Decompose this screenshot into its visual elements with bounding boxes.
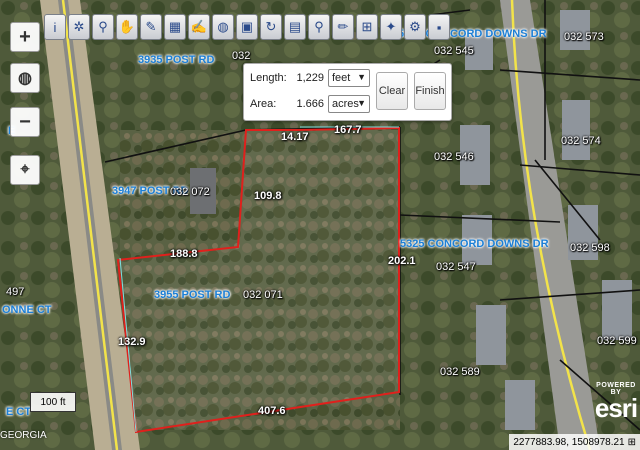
parcel-id-label: 032 071 — [243, 289, 283, 301]
road-label: E CT — [6, 406, 32, 418]
expand-icon[interactable]: ⊞ — [628, 437, 636, 448]
segment-length-label: 132.9 — [118, 336, 146, 348]
segment-length-label: 167.7 — [334, 124, 362, 136]
segment-length-label: 188.8 — [170, 248, 198, 260]
eraser-icon[interactable]: ✎ — [140, 14, 162, 40]
pencil-icon[interactable]: ✏ — [332, 14, 354, 40]
scale-bar: 100 ft — [30, 392, 76, 412]
parcel-id-label: 032 072 — [170, 186, 210, 198]
select-icon[interactable]: ✲ — [68, 14, 90, 40]
refresh-icon[interactable]: ↻ — [260, 14, 282, 40]
identify-icon[interactable]: ✦ — [380, 14, 402, 40]
measure-panel: Length: 1,229 feet ▼ Area: 1.666 acres ▼… — [243, 63, 452, 121]
map-toolbar: i ✲ ⚲ ✋ ✎ ▦ ✍ ◍ ▣ ↻ ▤ ⚲ ✏ ⊞ ✦ ⚙ ▪ — [44, 14, 450, 44]
zoom-search-icon[interactable]: ⚲ — [92, 14, 114, 40]
length-unit-value: feet — [332, 72, 351, 84]
parcel-id-label: 032 598 — [570, 242, 610, 254]
save-icon[interactable]: ▪ — [428, 14, 450, 40]
search-icon[interactable]: ⚲ — [308, 14, 330, 40]
globe-icon[interactable]: ◍ — [212, 14, 234, 40]
home-globe-button[interactable]: ◍ — [10, 63, 40, 93]
coordinate-value: 2277883.98, 1508978.21 — [513, 436, 625, 448]
area-unit-select[interactable]: acres ▼ — [328, 95, 370, 113]
area-label: Area: — [250, 98, 277, 110]
zoom-out-button[interactable]: − — [10, 107, 40, 137]
measure-icon[interactable]: ⊞ — [356, 14, 378, 40]
locate-button[interactable]: ⌖ — [10, 155, 40, 185]
esri-wordmark: esri — [594, 393, 638, 423]
parcel-id-label: 032 573 — [564, 31, 604, 43]
parcel-id-label: 032 599 — [597, 335, 637, 347]
segment-length-label: 202.1 — [388, 255, 416, 267]
chevron-down-icon: ▼ — [357, 98, 366, 108]
layers-icon[interactable]: ▦ — [164, 14, 186, 40]
parcel-id-label: 032 546 — [434, 151, 474, 163]
length-value: 1,229 — [296, 72, 324, 84]
parcel-id-label: 032 589 — [440, 366, 480, 378]
parcel-id-label: 032 — [232, 50, 251, 62]
parcel-id-label: 497 — [6, 286, 25, 298]
attribution: GEORGIA — [0, 430, 47, 441]
segment-length-label: 14.17 — [281, 131, 309, 143]
zoom-in-button[interactable]: + — [10, 22, 40, 52]
finish-button[interactable]: Finish — [414, 72, 446, 110]
parcel-id-label: 032 547 — [436, 261, 476, 273]
parcel-id-label: 032 574 — [561, 135, 601, 147]
chevron-down-icon: ▼ — [357, 72, 366, 82]
info-icon[interactable]: i — [44, 14, 66, 40]
segment-length-label: 407.6 — [258, 405, 286, 417]
area-unit-value: acres — [332, 98, 359, 110]
clear-button[interactable]: Clear — [376, 72, 408, 110]
length-unit-select[interactable]: feet ▼ — [328, 69, 370, 87]
area-value: 1.666 — [296, 98, 324, 110]
road-label: 3935 POST RD — [138, 54, 215, 66]
legend-icon[interactable]: ▤ — [284, 14, 306, 40]
esri-logo: POWERED BY esri — [592, 382, 640, 423]
settings-icon[interactable]: ⚙ — [404, 14, 426, 40]
segment-length-label: 109.8 — [254, 190, 282, 202]
road-label: 3955 POST RD — [154, 289, 231, 301]
pan-icon[interactable]: ✋ — [116, 14, 138, 40]
print-icon[interactable]: ▣ — [236, 14, 258, 40]
road-label: 5325 CONCORD DOWNS DR — [400, 238, 549, 250]
parcel-id-label: 032 545 — [434, 45, 474, 57]
road-label: ONNE CT — [2, 304, 52, 316]
draw-icon[interactable]: ✍ — [188, 14, 210, 40]
length-label: Length: — [250, 72, 287, 84]
coordinate-readout: 2277883.98, 1508978.21 ⊞ — [509, 434, 640, 450]
